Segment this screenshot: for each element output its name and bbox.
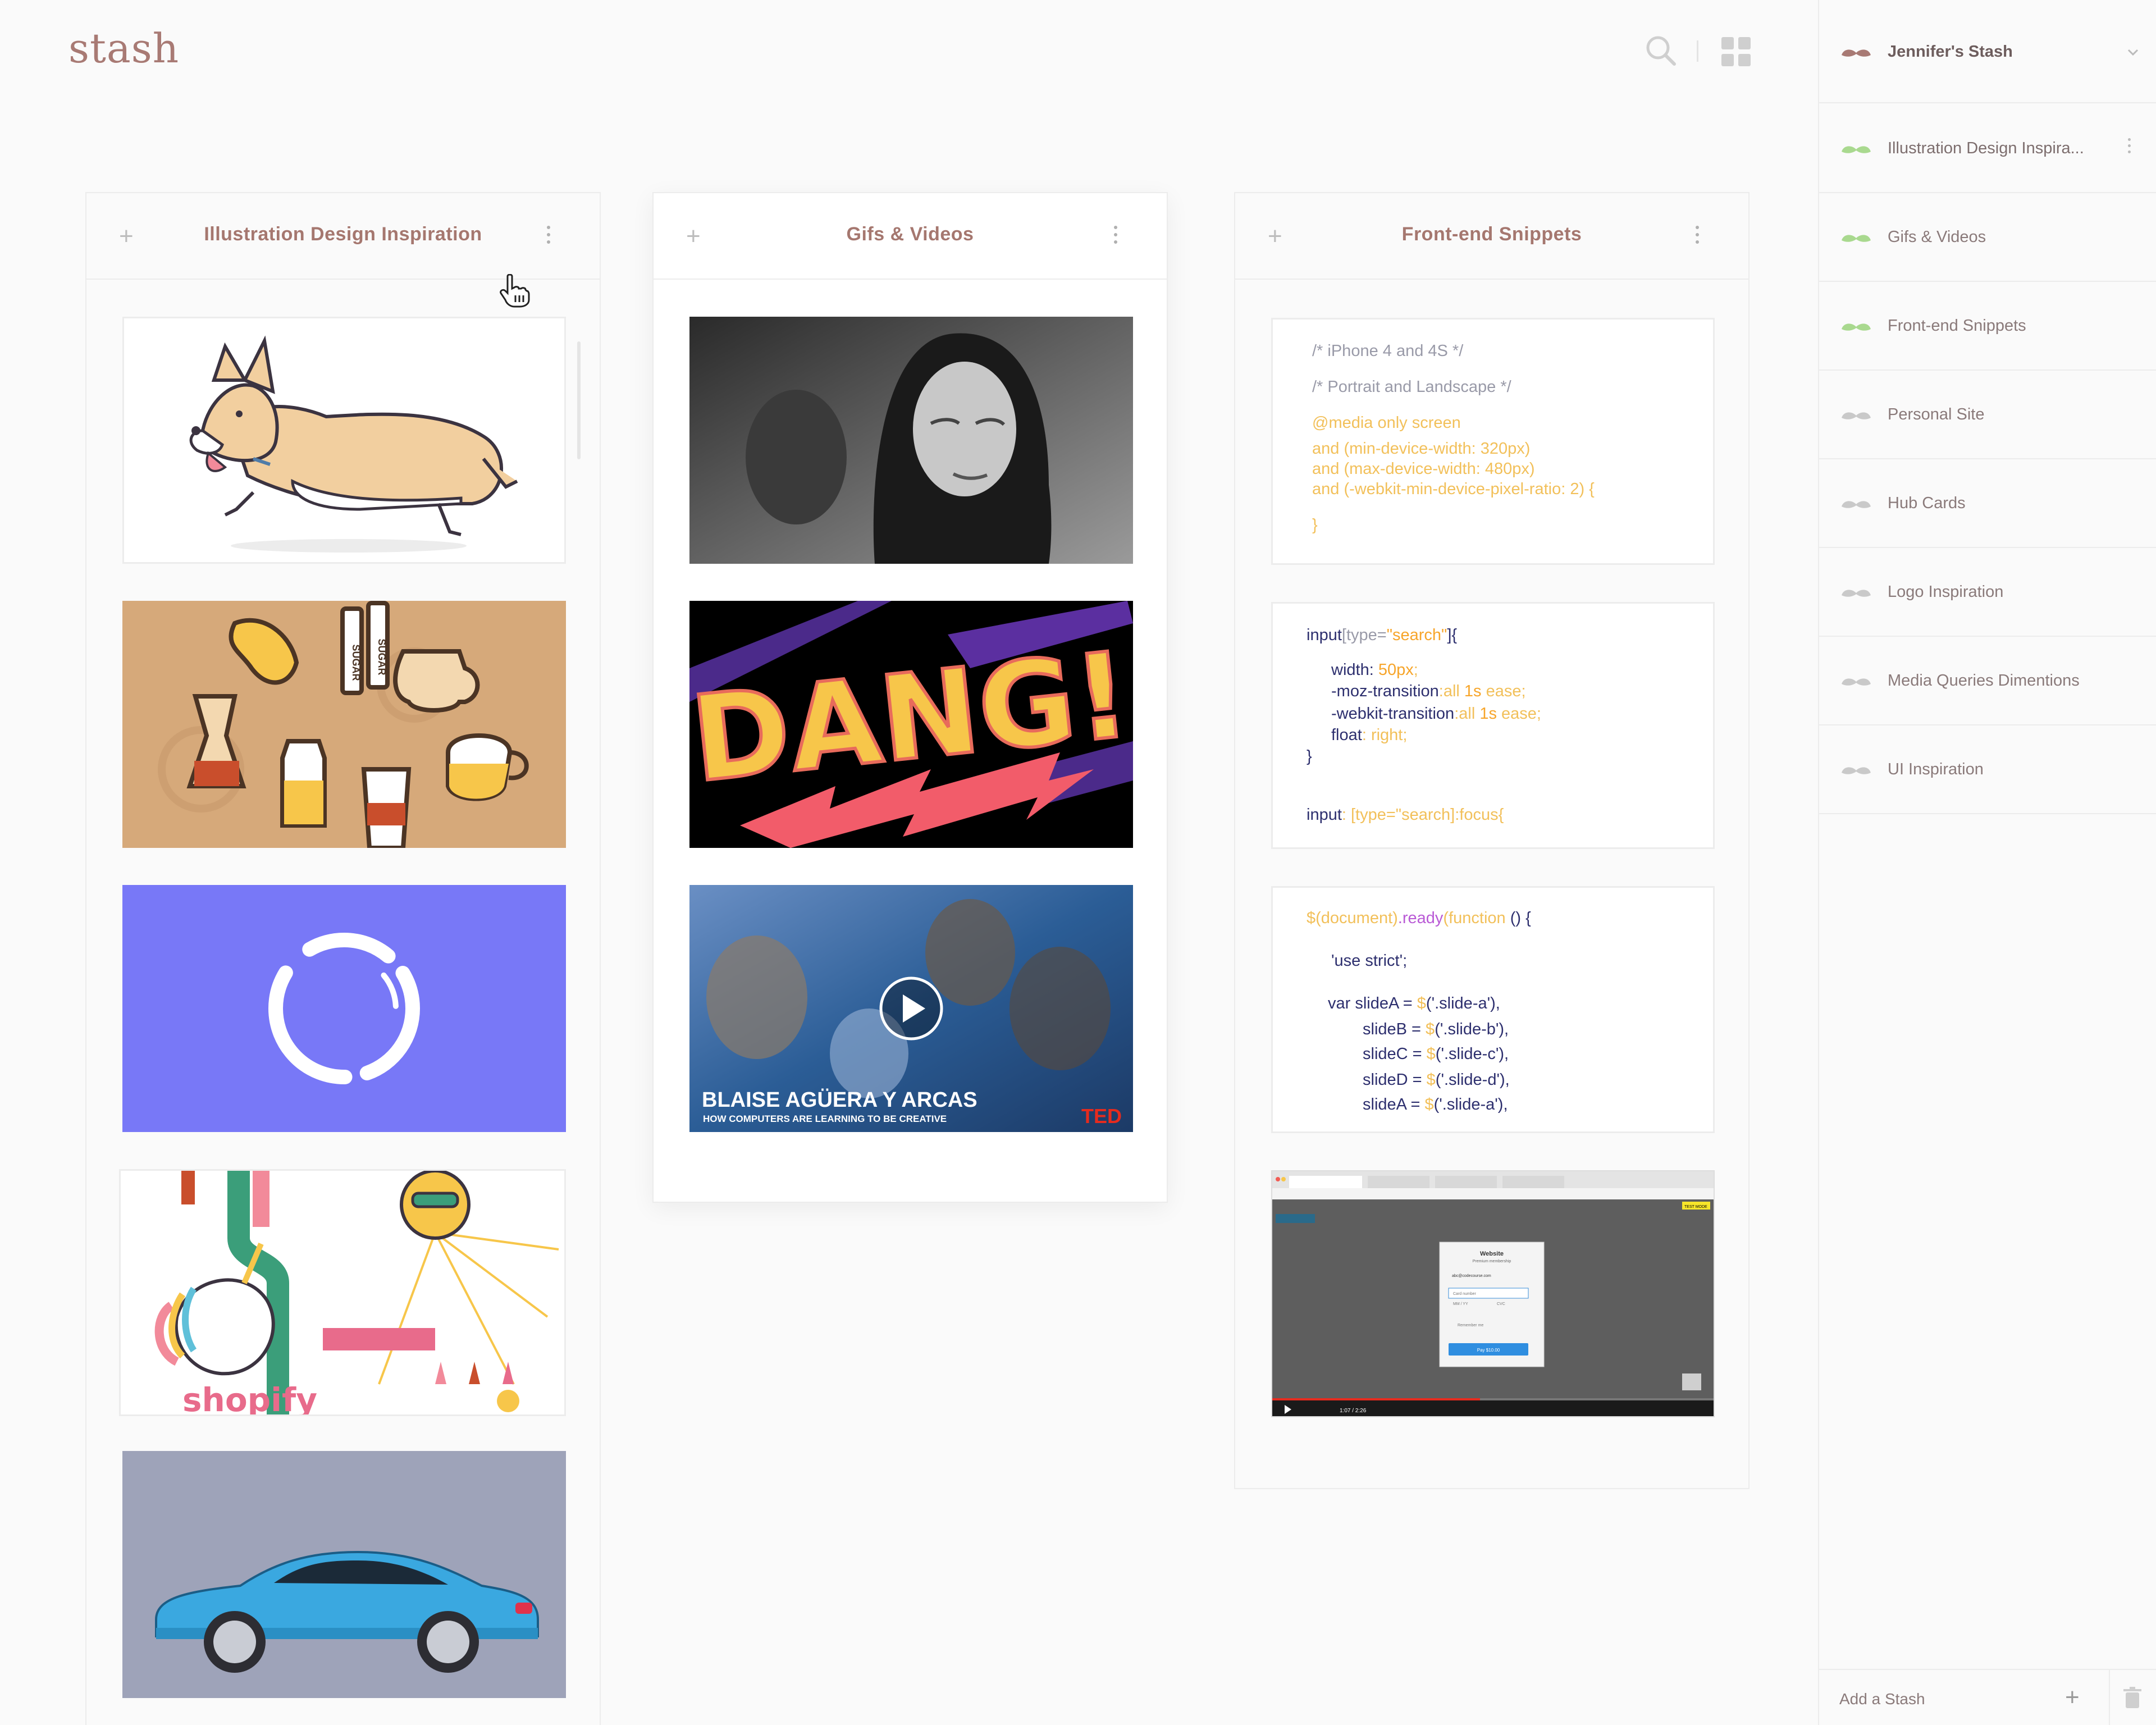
sidebar-item-illustration[interactable]: Illustration Design Inspira... [1819,104,2156,193]
shopify-text: shopify [182,1381,317,1416]
mustache-icon [1842,590,1871,597]
coffee-image: SUGAR SUGAR [158,601,529,848]
pay-button: Pay $10.00 [1477,1348,1500,1353]
add-stash-label[interactable]: Add a Stash [1839,1690,1925,1708]
card-number-field: Card number [1453,1292,1477,1296]
sidebar-item-label: Logo Inspiration [1888,583,2004,601]
code-snippet-search-input[interactable]: input[type="search"]{ width: 50px; -moz-… [1271,602,1715,849]
code-line: } [1312,516,1318,534]
ted-title: BLAISE AGÜERA Y ARCAS [702,1088,977,1112]
video-screenshot-image: TEST MODE Website Premium membership abc… [1272,1171,1714,1416]
code-snippet-media-query[interactable]: /* iPhone 4 and 4S */ /* Portrait and La… [1271,318,1715,565]
cvc-field: CVC [1497,1302,1505,1306]
search-icon[interactable] [1644,34,1678,67]
dang-gif-card[interactable]: DANG! [689,601,1133,848]
code-line: /* iPhone 4 and 4S */ [1312,342,1464,360]
purple-logo-card[interactable] [122,885,566,1132]
stash-column-gifs: + Gifs & Videos DANG! BLAISE AGÜERA Y AR… [652,192,1168,1203]
coffee-illustration-card[interactable]: SUGAR SUGAR [122,601,566,848]
shopify-illustration-card[interactable]: shopify [119,1169,566,1416]
mustache-icon [1842,501,1871,508]
item-menu-icon[interactable] [2128,138,2131,157]
remember-me: Remember me [1458,1324,1483,1327]
test-mode-badge: TEST MODE [1684,1205,1707,1209]
sidebar-item-hub-cards[interactable]: Hub Cards [1819,459,2156,548]
ted-video-card[interactable]: BLAISE AGÜERA Y ARCAS HOW COMPUTERS ARE … [689,885,1133,1132]
code-line: and (-webkit-min-device-pixel-ratio: 2) … [1312,480,1595,498]
chevron-down-icon[interactable] [2127,46,2139,58]
code-line: @media only screen [1312,414,1461,432]
sidebar-item-logo-inspiration[interactable]: Logo Inspiration [1819,548,2156,637]
trash-icon[interactable] [2123,1687,2141,1709]
sidebar-item-label: Hub Cards [1888,494,1966,512]
modal-subtitle: Premium membership [1473,1259,1511,1263]
code-line: and (min-device-width: 320px) [1312,440,1531,458]
bw-gif-card[interactable] [689,317,1133,564]
column-header: + Gifs & Videos [654,193,1167,280]
mustache-icon [1842,767,1871,774]
stash-name: Jennifer's Stash [1888,43,2013,61]
ted-video-image: BLAISE AGÜERA Y ARCAS HOW COMPUTERS ARE … [689,885,1133,1132]
column-menu-icon[interactable] [1114,226,1118,248]
dang-image: DANG! [689,601,1133,848]
column-title: Gifs & Videos [846,223,974,245]
expiry-field: MM / YY [1453,1302,1468,1306]
stash-column-illustration: + Illustration Design Inspiration SUGAR … [85,192,601,1725]
mustache-icon [1842,146,1871,153]
ring-logo-image [268,933,420,1084]
sidebar-item-label: Illustration Design Inspira... [1888,139,2084,157]
car-illustration-card[interactable] [122,1451,566,1698]
sidebar-item-label: Media Queries Dimentions [1888,672,2080,690]
mustache-icon [1842,678,1871,686]
code-line: /* Portrait and Landscape */ [1312,378,1511,396]
bw-photo-image [689,317,1133,564]
stash-sidebar: Jennifer's Stash Illustration Design Ins… [1818,0,2156,1725]
code-line: and (max-device-width: 480px) [1312,460,1535,478]
stash-column-snippets: + Front-end Snippets /* iPhone 4 and 4S … [1234,192,1750,1489]
mustache-icon [1842,49,1871,57]
sidebar-footer: Add a Stash + [1819,1669,2156,1725]
header-actions [1644,34,1762,67]
sidebar-item-label: Gifs & Videos [1888,228,1986,246]
app-logo[interactable]: stash [68,25,179,72]
hand-cursor-icon [500,274,530,308]
ted-logo: TED [1081,1105,1122,1128]
column-header: + Illustration Design Inspiration [86,193,600,280]
sidebar-item-label: UI Inspiration [1888,760,1984,778]
sidebar-item-gifs[interactable]: Gifs & Videos [1819,193,2156,282]
mustache-icon [1842,412,1871,419]
corgi-illustration-card[interactable] [122,317,566,564]
modal-email: abc@codecourse.com [1452,1274,1491,1278]
sidebar-item-personal-site[interactable]: Personal Site [1819,371,2156,459]
column-menu-icon[interactable] [547,226,551,248]
video-time: 1:07 / 2:26 [1340,1408,1367,1414]
header-divider [1697,40,1698,62]
sidebar-item-snippets[interactable]: Front-end Snippets [1819,282,2156,371]
shopify-image: shopify [154,1171,559,1416]
modal-title: Website [1480,1251,1504,1257]
ted-subtitle: HOW COMPUTERS ARE LEARNING TO BE CREATIV… [703,1114,947,1124]
column-header: + Front-end Snippets [1235,193,1748,280]
code-snippet-jquery[interactable]: $(document).ready(function () { 'use str… [1271,886,1715,1133]
sidebar-item-ui-inspiration[interactable]: UI Inspiration [1819,725,2156,814]
sugar-label: SUGAR [350,644,362,681]
stash-switcher[interactable]: Jennifer's Stash [1819,0,2156,103]
mustache-icon [1842,323,1871,331]
mustache-icon [1842,235,1871,242]
sidebar-item-label: Personal Site [1888,405,1985,423]
car-image [155,1550,539,1673]
column-menu-icon[interactable] [1696,226,1700,248]
video-screenshot-card[interactable]: TEST MODE Website Premium membership abc… [1271,1170,1715,1417]
corgi-image [189,335,518,553]
sidebar-item-media-queries[interactable]: Media Queries Dimentions [1819,637,2156,725]
grid-view-icon[interactable] [1721,37,1751,66]
column-title: Illustration Design Inspiration [204,223,482,245]
footer-divider [2109,1670,2110,1725]
column-title: Front-end Snippets [1401,223,1582,245]
sidebar-item-label: Front-end Snippets [1888,317,2026,335]
column-scrollbar[interactable] [577,341,581,459]
svg-text:SUGAR: SUGAR [376,638,387,675]
add-stash-icon[interactable]: + [2065,1683,2080,1712]
